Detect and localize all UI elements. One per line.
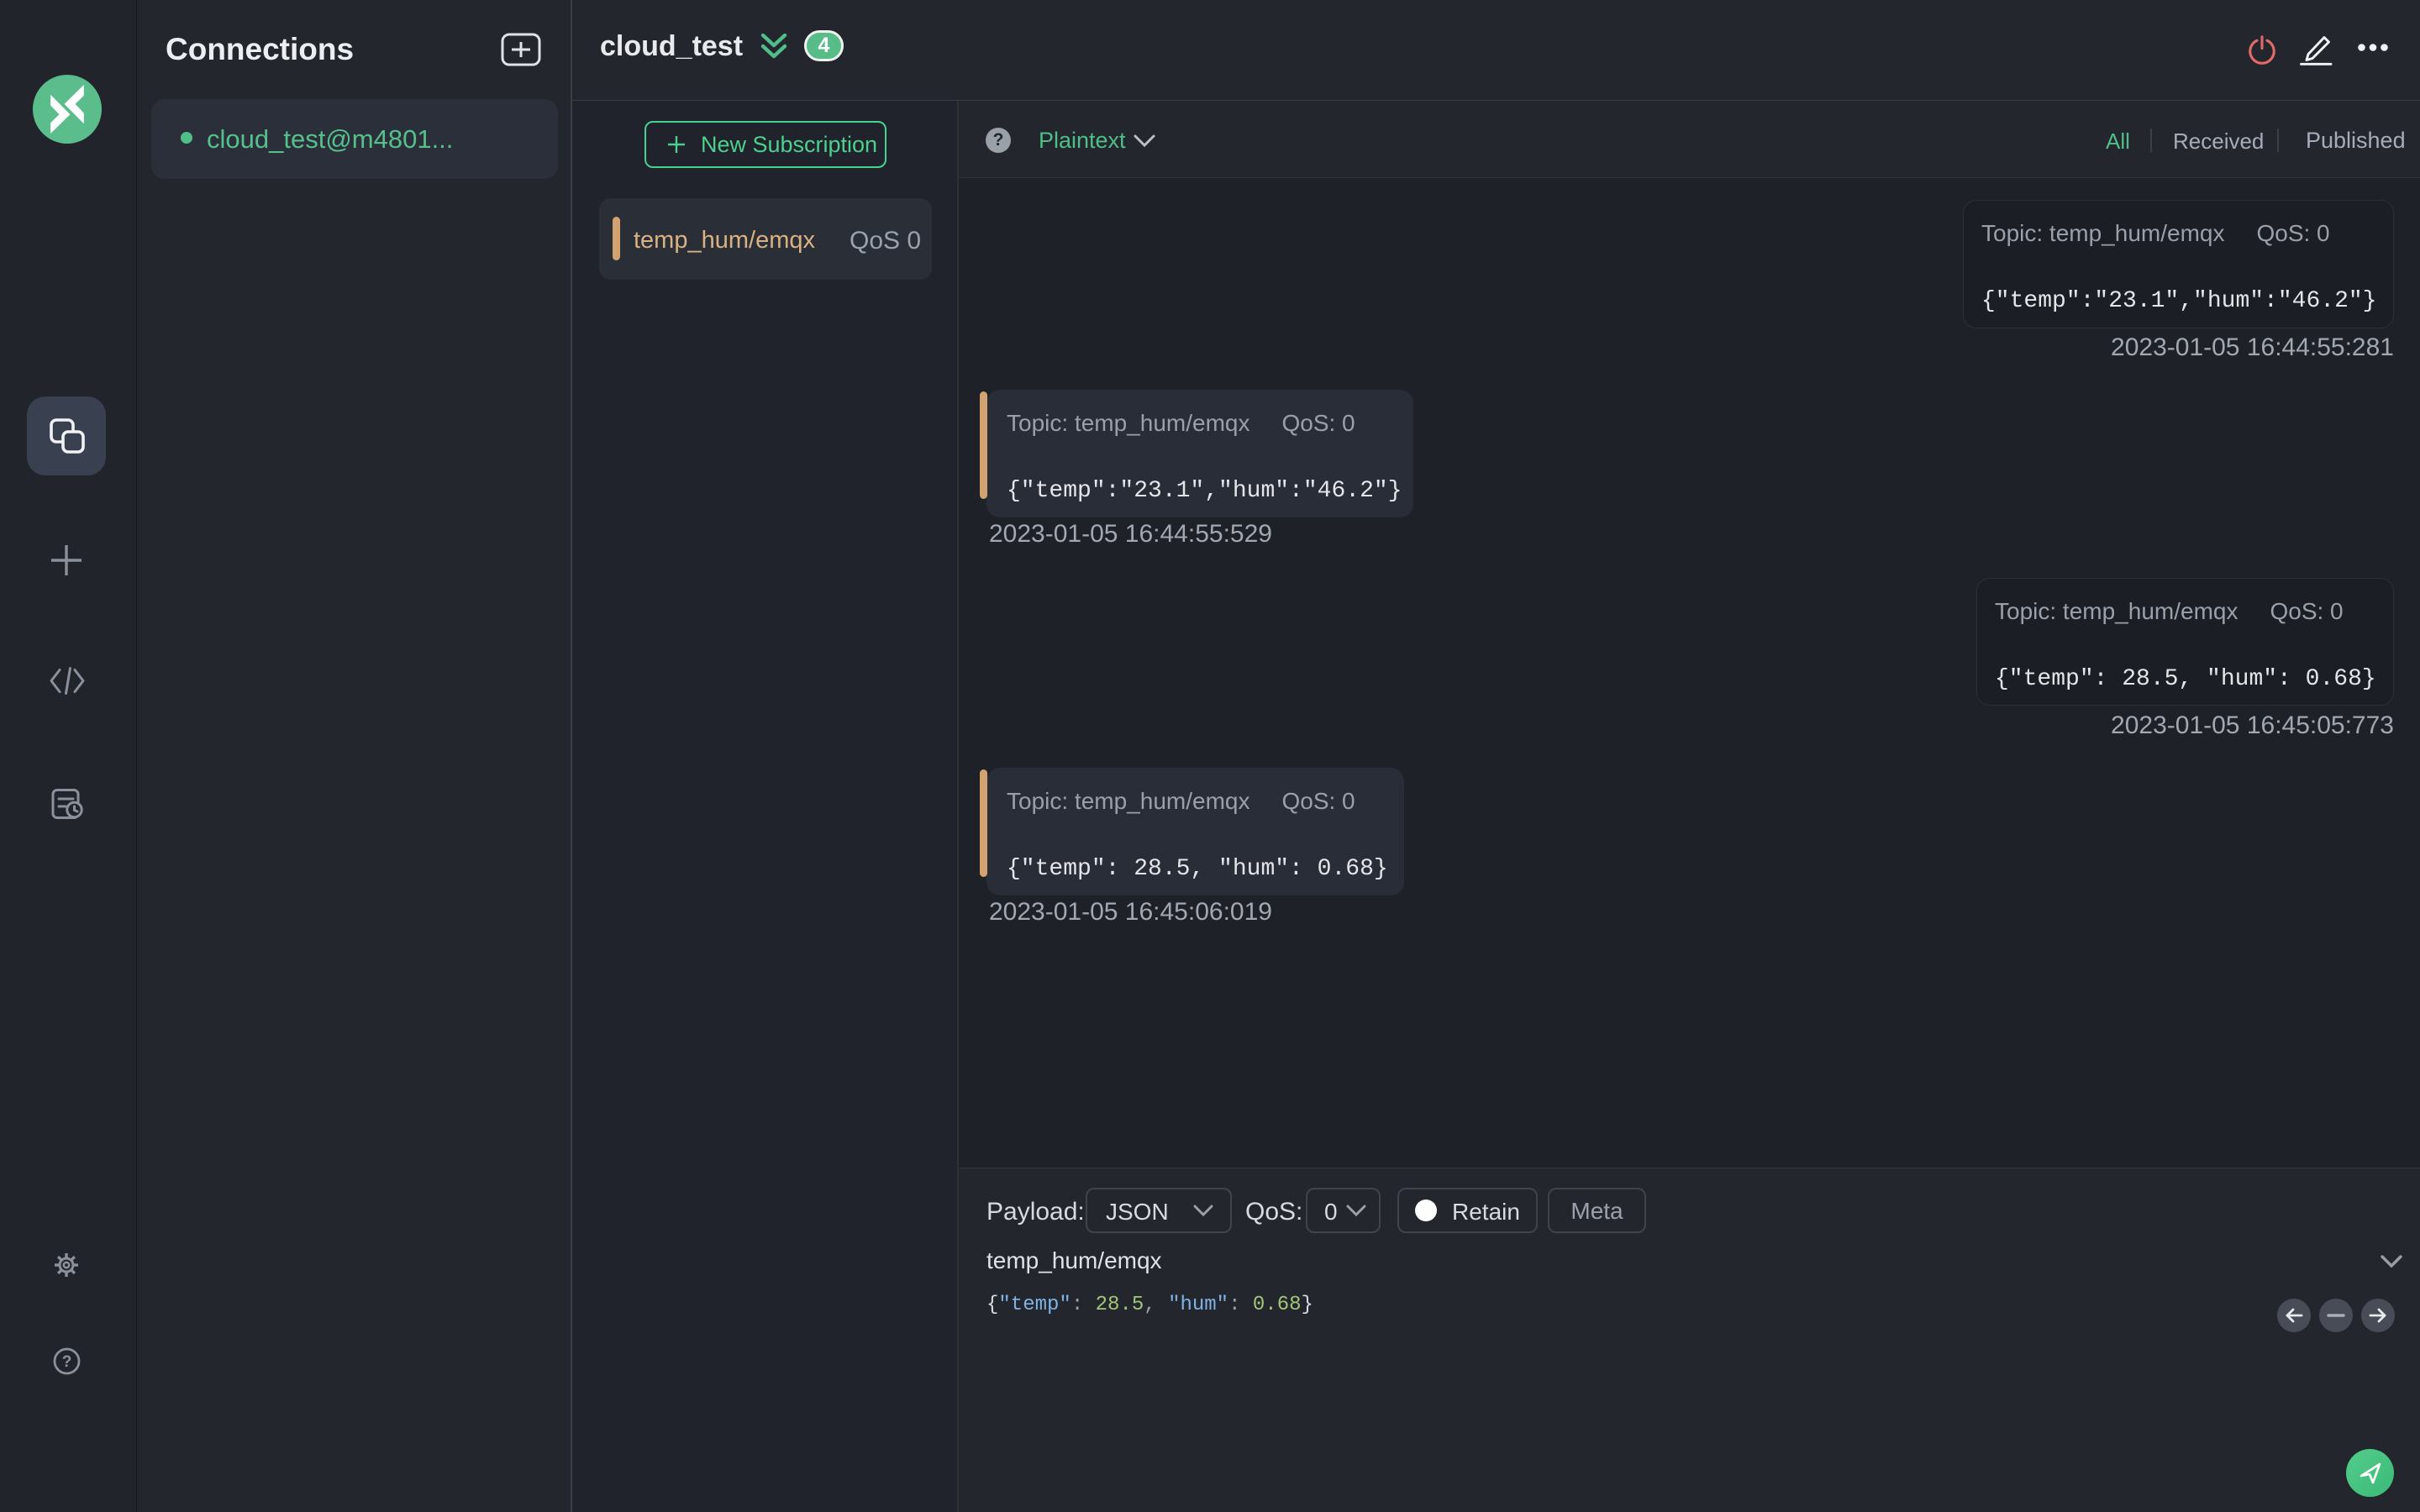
- svg-text:?: ?: [62, 1353, 72, 1371]
